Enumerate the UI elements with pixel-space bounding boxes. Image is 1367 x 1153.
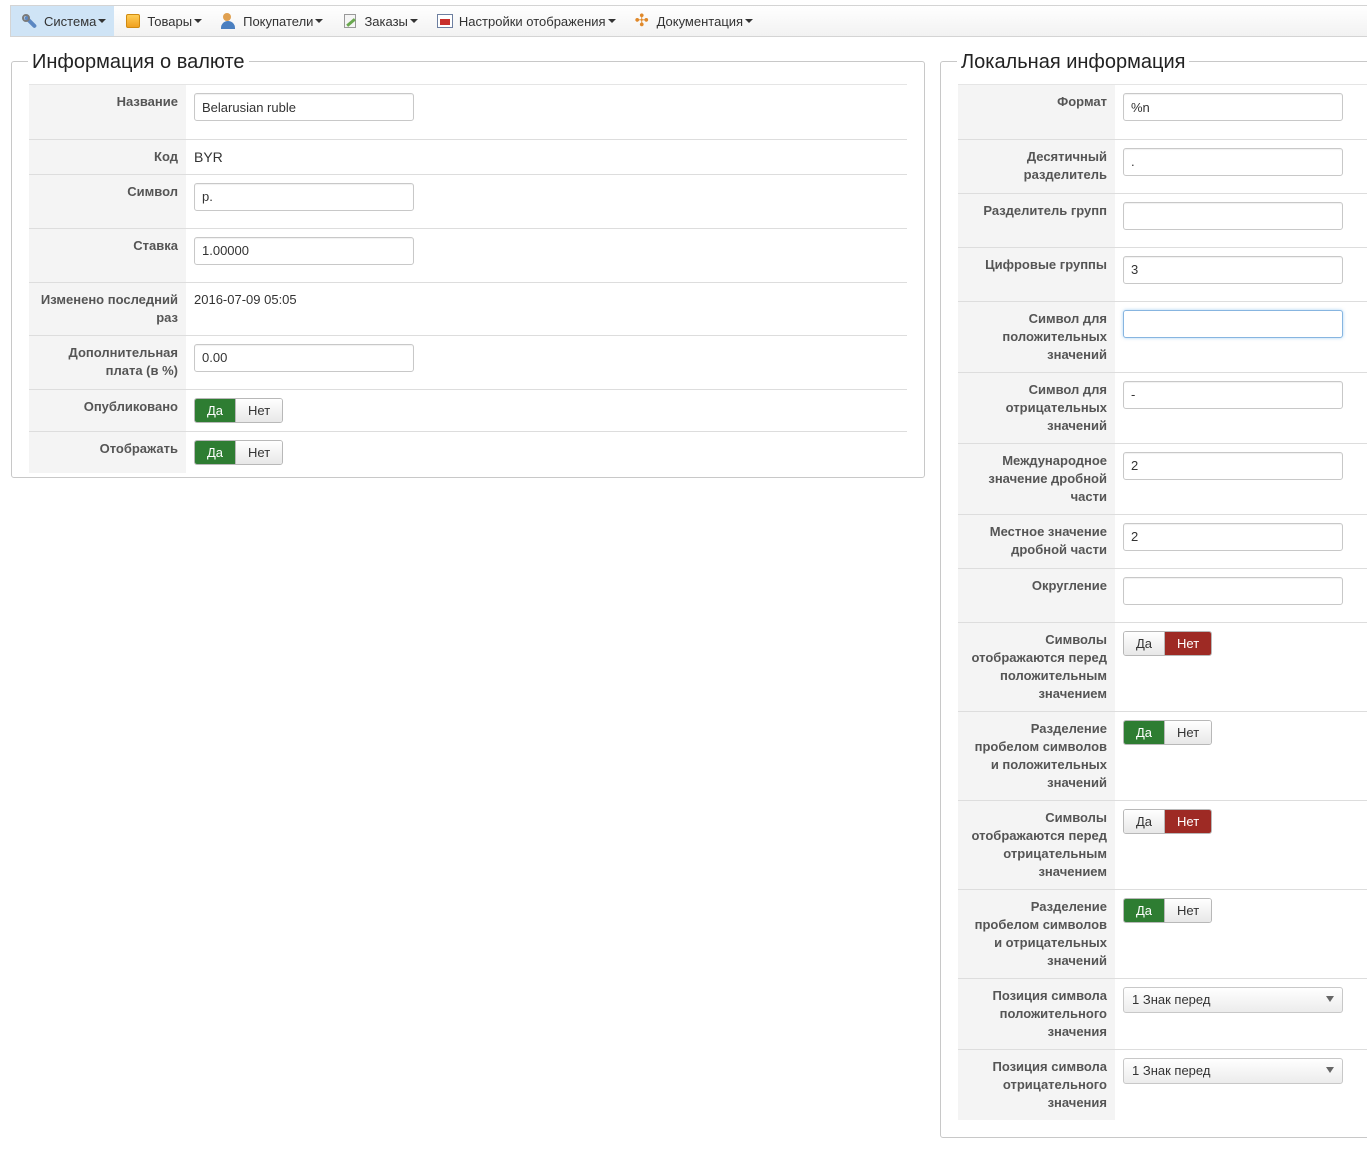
neg-symbol-before-yes-button[interactable]: Да	[1124, 809, 1165, 833]
neg-space-toggle: Да Нет	[1123, 897, 1213, 923]
positive-sign-label: Символ для положительных значений	[958, 300, 1115, 372]
caret-down-icon	[409, 19, 418, 23]
tools-icon	[21, 12, 39, 30]
local-fraction-input[interactable]	[1123, 522, 1343, 551]
currency-form: Название Код BYR Символ Ставка Изменено …	[29, 85, 907, 473]
menu-products[interactable]: Товары	[114, 6, 210, 36]
menu-products-label: Товары	[147, 13, 193, 29]
code-label: Код	[29, 138, 186, 174]
modified-value: 2016-07-09 05:05	[194, 291, 297, 307]
pos-symbol-before-toggle: Да Нет	[1123, 630, 1213, 656]
decimal-separator-label: Десятичный разделитель	[958, 138, 1115, 193]
display-no-button[interactable]: Нет	[235, 440, 283, 464]
locale-info-panel: Локальная информация Формат Десятичный р…	[940, 50, 1367, 1138]
users-icon	[220, 12, 238, 30]
digit-groups-label: Цифровые группы	[958, 246, 1115, 301]
symbol-label: Символ	[29, 173, 186, 228]
neg-symbol-before-label: Символы отображаются перед отрицательным…	[958, 799, 1115, 889]
menu-customers[interactable]: Покупатели	[210, 6, 331, 36]
neg-symbol-before-toggle: Да Нет	[1123, 808, 1213, 834]
display-toggle: Да Нет	[194, 439, 284, 465]
locale-form: Формат Десятичный разделитель Разделител…	[958, 85, 1367, 1120]
name-label: Название	[29, 85, 186, 139]
pos-symbol-before-no-button[interactable]: Нет	[1164, 631, 1212, 655]
local-fraction-label: Местное значение дробной части	[958, 513, 1115, 568]
display-yes-button[interactable]: Да	[195, 440, 236, 464]
format-label: Формат	[958, 85, 1115, 139]
pos-space-no-button[interactable]: Нет	[1164, 720, 1212, 744]
neg-symbol-before-no-button[interactable]: Нет	[1164, 809, 1212, 833]
group-separator-label: Разделитель групп	[958, 192, 1115, 247]
positive-sign-input[interactable]	[1123, 309, 1343, 338]
menu-orders[interactable]: Заказы	[331, 6, 425, 36]
pos-space-toggle: Да Нет	[1123, 719, 1213, 745]
menu-display-settings-label: Настройки отображения	[458, 13, 606, 29]
orders-icon	[341, 12, 359, 30]
digit-groups-input[interactable]	[1123, 255, 1343, 284]
neg-position-label: Позиция символа отрицательного значения	[958, 1048, 1115, 1120]
rate-label: Ставка	[29, 227, 186, 282]
neg-space-yes-button[interactable]: Да	[1124, 898, 1165, 922]
chevron-down-icon	[1326, 995, 1334, 1002]
main-menu-bar: Система Товары Покупатели Заказы Настрой…	[10, 5, 1367, 37]
intl-fraction-label: Международное значение дробной части	[958, 442, 1115, 514]
negative-sign-input[interactable]	[1123, 380, 1343, 409]
menu-system[interactable]: Система	[11, 6, 115, 36]
box-icon	[124, 12, 142, 30]
display-label: Отображать	[29, 430, 186, 473]
caret-down-icon	[315, 19, 324, 23]
name-input[interactable]	[194, 93, 414, 121]
pos-position-select[interactable]: 1 Знак перед	[1123, 986, 1343, 1013]
negative-sign-label: Символ для отрицательных значений	[958, 371, 1115, 443]
currency-info-panel: Информация о валюте Название Код BYR Сим…	[11, 50, 925, 478]
format-input[interactable]	[1123, 93, 1343, 121]
menu-orders-label: Заказы	[364, 13, 408, 29]
neg-position-select[interactable]: 1 Знак перед	[1123, 1057, 1343, 1084]
rate-input[interactable]	[194, 236, 414, 265]
menu-documentation-label: Документация	[656, 13, 744, 29]
pos-space-yes-button[interactable]: Да	[1124, 720, 1165, 744]
published-no-button[interactable]: Нет	[235, 398, 283, 422]
chevron-down-icon	[1326, 1066, 1334, 1073]
display-icon	[436, 12, 454, 30]
caret-down-icon	[607, 19, 616, 23]
caret-down-icon	[98, 19, 107, 23]
menu-display-settings[interactable]: Настройки отображения	[426, 6, 624, 36]
menu-documentation[interactable]: Документация	[624, 6, 762, 36]
neg-position-value: 1 Знак перед	[1132, 1063, 1211, 1078]
modified-label: Изменено последний раз	[29, 281, 186, 335]
code-value: BYR	[194, 148, 223, 165]
symbol-input[interactable]	[194, 182, 414, 211]
menu-system-label: Система	[44, 13, 97, 29]
published-toggle: Да Нет	[194, 397, 284, 423]
pos-position-label: Позиция символа положительного значения	[958, 977, 1115, 1049]
pos-symbol-before-yes-button[interactable]: Да	[1124, 631, 1165, 655]
pos-symbol-before-label: Символы отображаются перед положительным…	[958, 621, 1115, 711]
docs-icon	[634, 11, 652, 31]
fee-label: Дополнительная плата (в %)	[29, 334, 186, 389]
rounding-label: Округление	[958, 567, 1115, 622]
intl-fraction-input[interactable]	[1123, 451, 1343, 480]
caret-down-icon	[745, 19, 754, 23]
group-separator-input[interactable]	[1123, 201, 1343, 230]
pos-position-value: 1 Знак перед	[1132, 992, 1211, 1007]
caret-down-icon	[194, 19, 203, 23]
neg-space-no-button[interactable]: Нет	[1164, 898, 1212, 922]
neg-space-label: Разделение пробелом символов и отрицател…	[958, 888, 1115, 978]
currency-info-title: Информация о валюте	[28, 50, 249, 74]
fee-input[interactable]	[194, 343, 414, 372]
published-label: Опубликовано	[29, 388, 186, 431]
locale-info-title: Локальная информация	[957, 50, 1190, 74]
menu-customers-label: Покупатели	[243, 13, 314, 29]
rounding-input[interactable]	[1123, 576, 1343, 605]
published-yes-button[interactable]: Да	[195, 398, 236, 422]
pos-space-label: Разделение пробелом символов и положител…	[958, 710, 1115, 800]
decimal-separator-input[interactable]	[1123, 147, 1343, 176]
